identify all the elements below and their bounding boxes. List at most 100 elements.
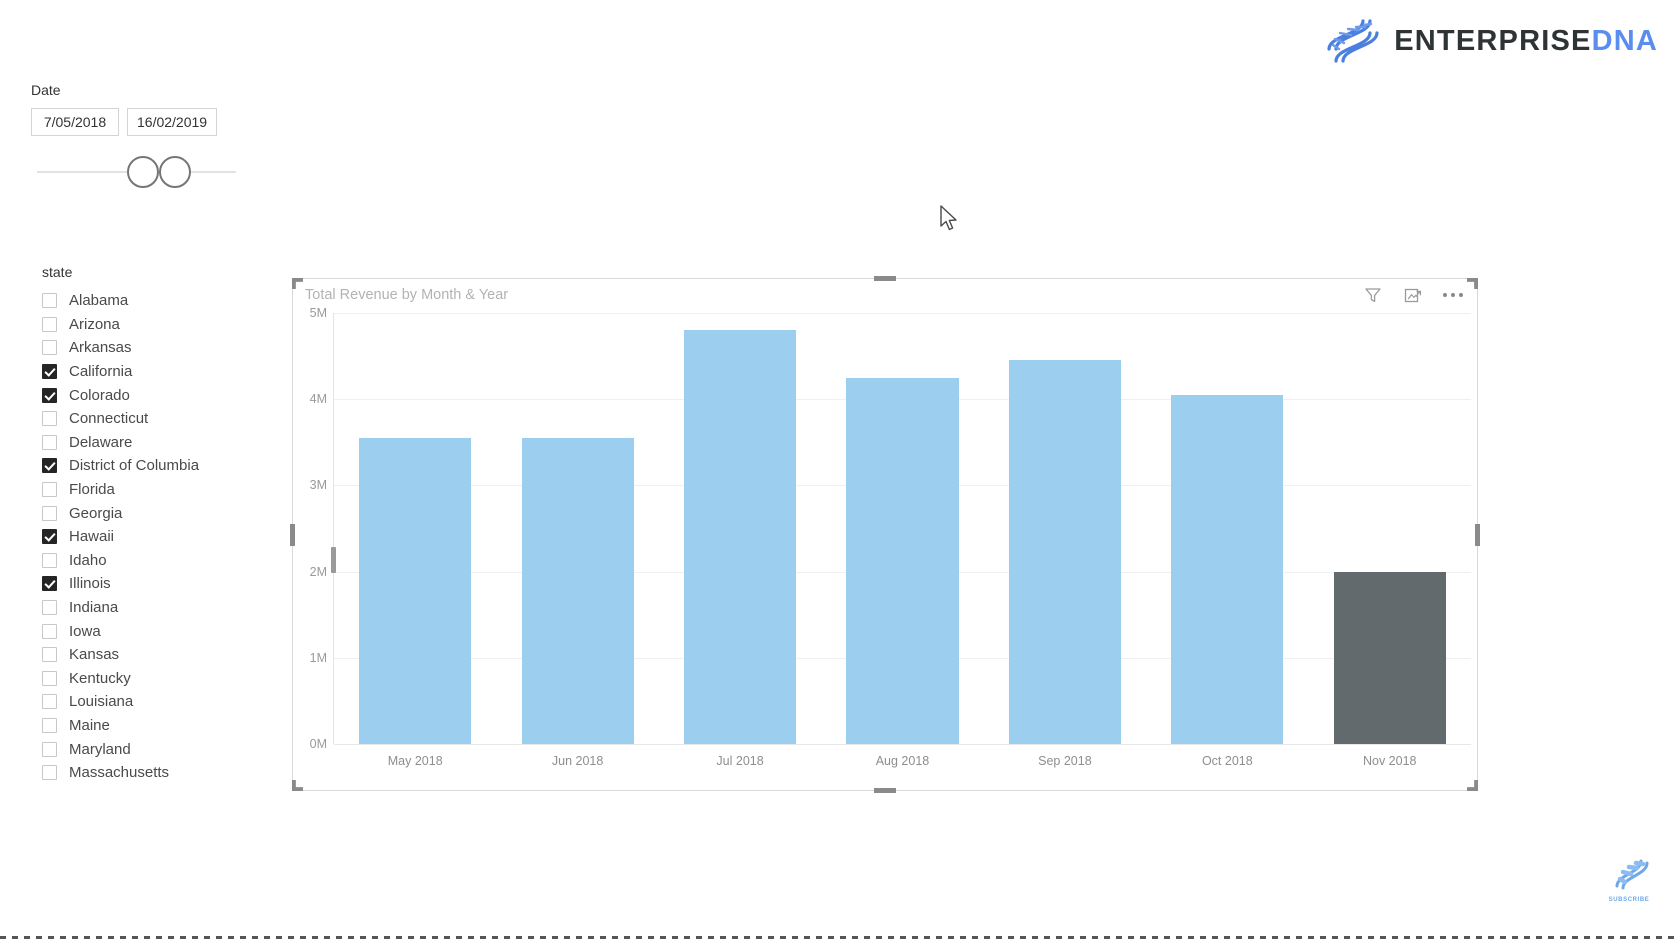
checkbox-checked-icon[interactable] bbox=[42, 387, 57, 403]
date-end-input[interactable]: 16/02/2019 bbox=[127, 108, 218, 136]
logo-enterprise-text: ENTERPRISE bbox=[1394, 24, 1592, 57]
date-range-slider[interactable] bbox=[31, 150, 236, 196]
dna-helix-icon bbox=[1327, 19, 1379, 63]
x-axis-tick-label: Jun 2018 bbox=[551, 754, 604, 768]
x-axis-tick-label: Oct 2018 bbox=[1201, 754, 1253, 768]
checkbox-unchecked-icon[interactable] bbox=[42, 694, 57, 710]
state-list-item[interactable]: Alabama bbox=[42, 289, 277, 313]
state-list-item[interactable]: Indiana bbox=[42, 596, 277, 620]
bar[interactable] bbox=[846, 377, 959, 744]
visual-title: Total Revenue by Month & Year bbox=[305, 287, 509, 303]
state-list-item[interactable]: Kansas bbox=[42, 643, 277, 667]
y-axis-tick-label: 0M bbox=[309, 737, 327, 751]
checkbox-unchecked-icon[interactable] bbox=[42, 670, 57, 686]
subscribe-watermark[interactable]: SUBSCRIBE bbox=[1600, 853, 1658, 903]
checkbox-unchecked-icon[interactable] bbox=[42, 765, 57, 781]
x-axis-tick-label: Jul 2018 bbox=[716, 754, 764, 768]
checkbox-unchecked-icon[interactable] bbox=[42, 411, 57, 427]
checkbox-unchecked-icon[interactable] bbox=[42, 741, 57, 757]
bar-slot bbox=[659, 313, 821, 744]
y-axis-tick-label: 2M bbox=[309, 564, 327, 579]
x-axis-tick-label: May 2018 bbox=[387, 754, 443, 768]
state-list-item-label: Indiana bbox=[69, 599, 119, 617]
state-list-item[interactable]: Massachusetts bbox=[42, 761, 277, 785]
state-list-item[interactable]: Connecticut bbox=[42, 407, 277, 431]
bar[interactable] bbox=[1008, 360, 1121, 744]
y-axis-scrollbar-thumb[interactable] bbox=[331, 546, 336, 573]
state-list-item[interactable]: Arkansas bbox=[42, 336, 277, 360]
revenue-bar-chart-visual[interactable]: Total Revenue by Month & Year 0M 1M 2M 3… bbox=[290, 276, 1480, 793]
state-list-item[interactable]: Louisiana bbox=[42, 690, 277, 714]
state-list-item[interactable]: California bbox=[42, 360, 277, 384]
checkbox-unchecked-icon[interactable] bbox=[42, 623, 57, 639]
state-list-item-label: Alabama bbox=[69, 292, 129, 310]
state-slicer: state Alabama Arizona Arkansas California Co… bbox=[42, 264, 277, 784]
bar[interactable] bbox=[521, 438, 634, 744]
state-list-item[interactable]: Florida bbox=[42, 478, 277, 502]
checkbox-unchecked-icon[interactable] bbox=[42, 647, 57, 663]
checkbox-unchecked-icon[interactable] bbox=[42, 316, 57, 332]
date-range-inputs: 7/05/2018 16/02/2019 bbox=[31, 108, 291, 136]
checkbox-unchecked-icon[interactable] bbox=[42, 434, 57, 450]
state-list-item[interactable]: Arizona bbox=[42, 313, 277, 337]
state-list-item-label: Florida bbox=[69, 481, 115, 499]
state-list-item[interactable]: Illinois bbox=[42, 572, 277, 596]
y-axis-tick-label: 3M bbox=[309, 478, 327, 493]
state-list-item[interactable]: Kentucky bbox=[42, 667, 277, 691]
y-axis: 0M 1M 2M 3M 4M 5M bbox=[293, 306, 333, 751]
dot-2 bbox=[1451, 293, 1455, 297]
state-list-item-label: Maryland bbox=[69, 740, 131, 758]
bar-slot bbox=[984, 313, 1146, 744]
more-options-icon[interactable] bbox=[1443, 287, 1463, 303]
checkbox-checked-icon[interactable] bbox=[42, 458, 57, 474]
state-list-item-label: Kentucky bbox=[69, 669, 131, 687]
bar[interactable] bbox=[684, 330, 797, 744]
y-axis-tick-label: 4M bbox=[309, 392, 327, 407]
bar[interactable] bbox=[1333, 571, 1446, 744]
date-slicer: Date 7/05/2018 16/02/2019 bbox=[31, 82, 291, 196]
checkbox-unchecked-icon[interactable] bbox=[42, 600, 57, 616]
state-list-item[interactable]: Maryland bbox=[42, 737, 277, 761]
state-list-item[interactable]: District of Columbia bbox=[42, 454, 277, 478]
checkbox-checked-icon[interactable] bbox=[42, 576, 57, 592]
state-list-item[interactable]: Delaware bbox=[42, 431, 277, 455]
checkbox-unchecked-icon[interactable] bbox=[42, 293, 57, 309]
state-list-item-label: Arizona bbox=[69, 315, 120, 333]
checkbox-unchecked-icon[interactable] bbox=[42, 717, 57, 733]
state-list-item-label: Colorado bbox=[69, 386, 130, 404]
x-axis: May 2018 Jun 2018 Jul 2018 Aug 2018 Sep 2018… bbox=[334, 744, 1471, 790]
mouse-cursor bbox=[940, 205, 957, 231]
resize-handle-left[interactable] bbox=[290, 523, 295, 546]
resize-handle-bottom[interactable] bbox=[874, 788, 896, 793]
state-list-item-label: Georgia bbox=[69, 504, 123, 522]
state-list-item[interactable]: Idaho bbox=[42, 549, 277, 573]
resize-handle-right[interactable] bbox=[1475, 523, 1480, 546]
state-list-item[interactable]: Maine bbox=[42, 714, 277, 738]
state-list-item[interactable]: Georgia bbox=[42, 501, 277, 525]
bar-slot bbox=[496, 313, 658, 744]
checkbox-unchecked-icon[interactable] bbox=[42, 340, 57, 356]
state-slicer-list[interactable]: Alabama Arizona Arkansas California Colorado… bbox=[42, 289, 277, 784]
date-start-input[interactable]: 7/05/2018 bbox=[31, 108, 119, 136]
filter-icon[interactable] bbox=[1363, 285, 1383, 305]
bar-slot bbox=[1309, 313, 1471, 744]
bar-slot bbox=[821, 313, 983, 744]
bar[interactable] bbox=[1171, 394, 1284, 744]
checkbox-checked-icon[interactable] bbox=[42, 529, 57, 545]
state-list-item[interactable]: Colorado bbox=[42, 383, 277, 407]
state-list-item-label: Massachusetts bbox=[69, 764, 170, 782]
state-list-item-label: Maine bbox=[69, 716, 110, 734]
checkbox-unchecked-icon[interactable] bbox=[42, 505, 57, 521]
resize-handle-top[interactable] bbox=[874, 276, 896, 281]
slider-handle-end[interactable] bbox=[159, 156, 191, 188]
focus-mode-icon[interactable] bbox=[1403, 285, 1423, 305]
checkbox-unchecked-icon[interactable] bbox=[42, 482, 57, 498]
slider-handle-start[interactable] bbox=[127, 156, 159, 188]
state-list-item[interactable]: Hawaii bbox=[42, 525, 277, 549]
visual-action-icons bbox=[1363, 285, 1463, 305]
state-list-item[interactable]: Iowa bbox=[42, 619, 277, 643]
y-axis-tick-label: 1M bbox=[309, 650, 327, 665]
bar[interactable] bbox=[359, 438, 472, 744]
checkbox-unchecked-icon[interactable] bbox=[42, 552, 57, 568]
checkbox-checked-icon[interactable] bbox=[42, 364, 57, 380]
